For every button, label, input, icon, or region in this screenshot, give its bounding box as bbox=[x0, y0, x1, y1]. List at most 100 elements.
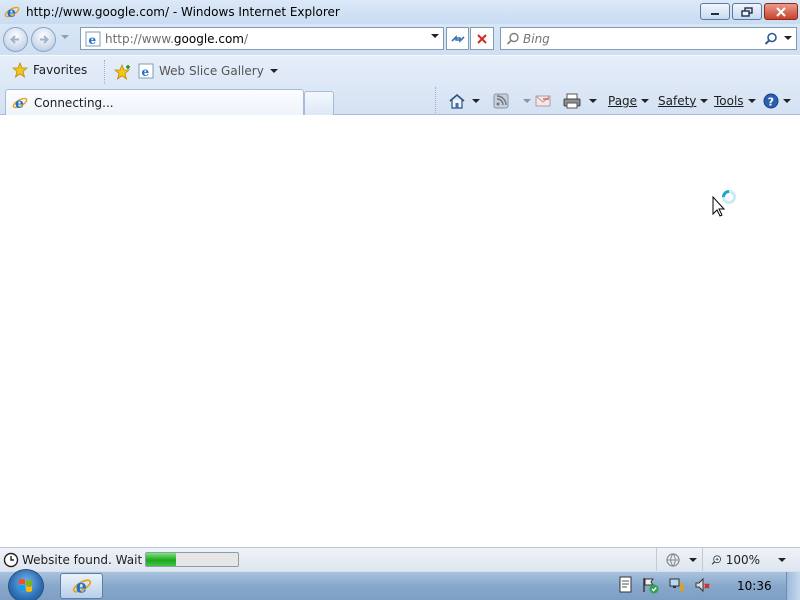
internet-zone-icon bbox=[666, 552, 680, 567]
document-tray-icon[interactable] bbox=[618, 576, 634, 594]
compatibility-view-icon bbox=[450, 34, 465, 43]
restore-button[interactable] bbox=[732, 3, 762, 20]
help-icon: ? bbox=[763, 93, 779, 109]
stop-x-icon bbox=[477, 33, 487, 44]
tab-active[interactable]: e Connecting... bbox=[5, 89, 304, 115]
protected-mode-zone[interactable] bbox=[656, 548, 702, 571]
show-desktop-button[interactable] bbox=[786, 572, 800, 600]
home-icon bbox=[449, 93, 465, 109]
tab-and-command-bar: e Connecting... Page Safety Tools ? bbox=[0, 87, 800, 115]
favorites-bar: Favorites e Web Slice Gallery bbox=[0, 55, 800, 87]
windows-taskbar: e 10:36 bbox=[0, 569, 800, 600]
web-slice-gallery-link[interactable]: e Web Slice Gallery bbox=[138, 63, 278, 79]
zone-dropdown-icon[interactable] bbox=[689, 557, 697, 562]
zoom-level: 100% bbox=[725, 552, 760, 567]
page-menu-button[interactable]: Page bbox=[608, 92, 650, 110]
url-domain: google.com bbox=[173, 31, 244, 46]
bing-search-icon bbox=[506, 32, 519, 45]
title-bar: e http://www.google.com/ - Windows Inter… bbox=[0, 0, 800, 24]
zoom-control[interactable]: 100% bbox=[702, 548, 800, 571]
add-to-favorites-bar-icon[interactable] bbox=[114, 64, 132, 80]
web-slice-gallery-label: Web Slice Gallery bbox=[159, 64, 264, 78]
recent-pages-dropdown-icon[interactable] bbox=[61, 35, 69, 39]
help-button[interactable]: ? bbox=[763, 92, 791, 110]
search-options-dropdown-icon[interactable] bbox=[784, 36, 792, 40]
page-content-area[interactable] bbox=[0, 116, 800, 547]
forward-arrow-icon bbox=[40, 35, 49, 44]
help-dropdown-icon[interactable] bbox=[783, 99, 791, 103]
back-button[interactable] bbox=[3, 27, 28, 52]
rss-feed-icon bbox=[493, 93, 509, 109]
window-title: http://www.google.com/ - Windows Interne… bbox=[26, 5, 340, 19]
safety-menu-button[interactable]: Safety bbox=[658, 92, 709, 110]
minimize-button[interactable] bbox=[700, 3, 730, 20]
svg-text:?: ? bbox=[768, 96, 774, 109]
ie-tab-icon: e bbox=[12, 96, 28, 111]
svg-text:e: e bbox=[142, 65, 150, 79]
tools-menu-button[interactable]: Tools bbox=[714, 92, 756, 110]
busy-cursor-icon bbox=[712, 190, 736, 217]
page-dropdown-icon bbox=[641, 99, 650, 103]
print-dropdown-icon[interactable] bbox=[589, 99, 597, 103]
address-dropdown-icon[interactable] bbox=[431, 34, 439, 38]
favorites-star-icon bbox=[12, 62, 28, 78]
print-button[interactable] bbox=[563, 92, 597, 110]
feeds-button[interactable] bbox=[493, 92, 531, 110]
status-text: Website found. Waitin bbox=[22, 553, 142, 567]
page-menu-label: Page bbox=[608, 94, 638, 108]
forward-button[interactable] bbox=[31, 27, 56, 52]
search-go-icon[interactable] bbox=[764, 32, 778, 46]
safety-dropdown-icon bbox=[700, 99, 709, 103]
favorites-label: Favorites bbox=[33, 63, 88, 77]
search-box[interactable] bbox=[500, 27, 797, 50]
url-suffix: / bbox=[244, 31, 249, 46]
zoom-dropdown-icon[interactable] bbox=[778, 557, 786, 562]
feeds-dropdown-icon[interactable] bbox=[523, 99, 531, 103]
ie-taskbar-icon: e bbox=[72, 577, 91, 596]
home-dropdown-icon[interactable] bbox=[472, 99, 480, 103]
safety-menu-label: Safety bbox=[658, 94, 697, 108]
address-url[interactable]: http://www.google.com/ bbox=[105, 32, 248, 46]
favorites-separator bbox=[104, 60, 105, 84]
status-bar: Website found. Waitin 100% bbox=[0, 547, 800, 571]
svg-text:e: e bbox=[89, 33, 97, 47]
network-tray-icon[interactable] bbox=[668, 576, 686, 594]
read-mail-button[interactable] bbox=[535, 92, 551, 110]
progress-fill bbox=[146, 553, 177, 566]
restore-icon bbox=[741, 6, 753, 17]
printer-icon bbox=[563, 93, 581, 109]
tools-dropdown-icon bbox=[747, 99, 756, 103]
svg-text:e: e bbox=[75, 577, 86, 596]
web-slice-page-icon: e bbox=[138, 63, 154, 79]
back-arrow-icon bbox=[10, 35, 19, 44]
search-input[interactable] bbox=[523, 31, 763, 46]
new-tab-button[interactable] bbox=[304, 91, 334, 115]
tab-label: Connecting... bbox=[34, 95, 114, 110]
close-button[interactable] bbox=[764, 3, 798, 20]
favorites-button[interactable]: Favorites bbox=[12, 62, 87, 78]
home-button[interactable] bbox=[448, 92, 480, 110]
navigation-bar: e http://www.google.com/ bbox=[0, 24, 800, 55]
taskbar-clock[interactable]: 10:36 bbox=[737, 579, 772, 593]
start-button[interactable] bbox=[8, 569, 44, 600]
command-bar-separator bbox=[435, 87, 436, 113]
volume-muted-icon[interactable] bbox=[694, 576, 712, 594]
compatibility-view-button[interactable] bbox=[446, 27, 469, 50]
minimize-icon bbox=[711, 12, 719, 15]
svg-text:e: e bbox=[7, 5, 16, 20]
zoom-magnifier-icon bbox=[711, 554, 722, 565]
stop-button[interactable] bbox=[470, 27, 494, 50]
close-icon bbox=[776, 6, 786, 17]
taskbar-internet-explorer-button[interactable]: e bbox=[60, 573, 103, 599]
svg-text:e: e bbox=[15, 96, 24, 111]
mail-icon bbox=[535, 95, 551, 107]
page-icon: e bbox=[85, 31, 101, 47]
loading-progress-bar bbox=[145, 552, 239, 567]
url-prefix: http://www. bbox=[105, 31, 174, 46]
web-slice-dropdown-icon[interactable] bbox=[269, 69, 278, 73]
tools-menu-label: Tools bbox=[714, 94, 744, 108]
action-center-flag-icon[interactable] bbox=[642, 576, 660, 594]
loading-clock-icon bbox=[3, 552, 19, 568]
address-bar[interactable]: e http://www.google.com/ bbox=[80, 27, 444, 50]
system-tray bbox=[618, 576, 720, 594]
